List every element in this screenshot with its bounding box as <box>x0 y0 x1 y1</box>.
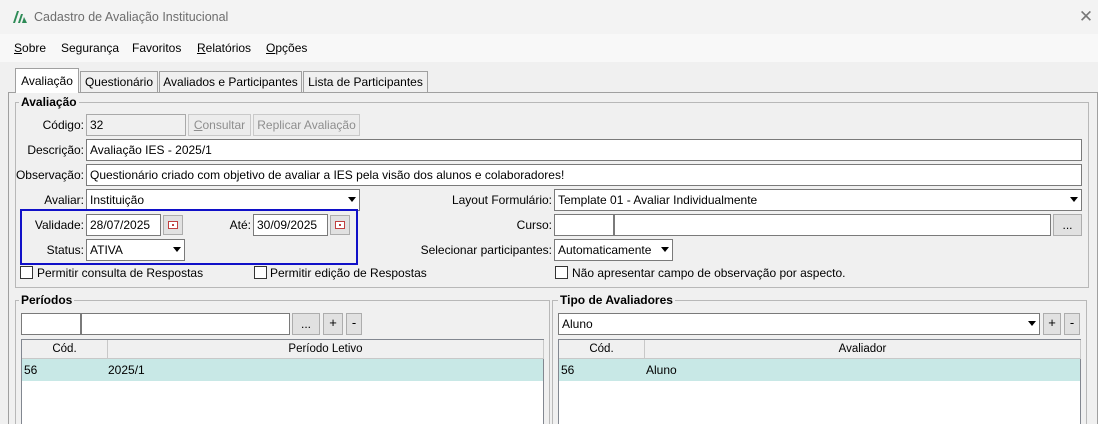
observacao-field[interactable]: Questionário criado com objetivo de aval… <box>86 164 1082 186</box>
menu-seguranca[interactable]: Segurança <box>61 41 119 55</box>
avaliar-select[interactable]: Instituição <box>86 189 360 211</box>
chevron-down-icon <box>348 197 356 202</box>
column-header-avaliador[interactable]: Avaliador <box>645 340 1081 359</box>
cell-cod: 56 <box>561 363 575 377</box>
layout-formulario-select[interactable]: Template 01 - Avaliar Individualmente <box>554 189 1082 211</box>
tipo-avaliador-value: Aluno <box>562 317 593 331</box>
descricao-label: Descrição: <box>27 143 84 157</box>
codigo-label: Código: <box>42 118 84 132</box>
descricao-field[interactable]: Avaliação IES - 2025/1 <box>86 139 1082 161</box>
menu-favoritos[interactable]: Favoritos <box>132 41 181 55</box>
validade-label: Validade: <box>34 218 84 232</box>
table-row[interactable]: 56 Aluno <box>559 359 1080 381</box>
menu-opcoes[interactable]: Opções <box>266 41 307 55</box>
chevron-down-icon <box>1028 321 1036 326</box>
avaliador-add-button[interactable]: + <box>1043 313 1061 335</box>
avaliadores-table: Cód. Avaliador 56 Aluno <box>558 339 1081 424</box>
chevron-down-icon <box>661 247 669 252</box>
selecionar-participantes-select[interactable]: Automaticamente <box>554 239 673 261</box>
selecionar-participantes-label: Selecionar participantes: <box>420 243 552 257</box>
nao-apresentar-observacao-checkbox[interactable] <box>555 266 568 279</box>
periodo-code-field[interactable] <box>21 313 81 335</box>
close-icon[interactable]: ✕ <box>1075 6 1097 28</box>
layout-formulario-value: Template 01 - Avaliar Individualmente <box>558 193 758 207</box>
window-title: Cadastro de Avaliação Institucional <box>34 10 229 24</box>
curso-code-field[interactable] <box>554 214 614 236</box>
cell-cod: 56 <box>24 363 38 377</box>
avaliacao-group-title: Avaliação <box>19 95 79 109</box>
tab-avaliados-participantes[interactable]: Avaliados e Participantes <box>159 71 302 92</box>
avaliar-value: Instituição <box>90 193 145 207</box>
calendar-icon <box>168 221 178 229</box>
app-logo-icon <box>13 11 27 23</box>
curso-name-field[interactable] <box>614 214 1051 236</box>
codigo-field[interactable]: 32 <box>86 114 186 136</box>
periodos-table: Cód. Período Letivo 56 2025/1 <box>21 339 544 424</box>
status-label: Status: <box>46 243 84 257</box>
ate-calendar-button[interactable] <box>330 215 350 235</box>
periodo-name-field[interactable] <box>81 313 290 335</box>
consultar-button[interactable]: Consultar <box>188 114 251 136</box>
table-row[interactable]: 56 2025/1 <box>22 359 543 381</box>
nao-apresentar-observacao-label: Não apresentar campo de observação por a… <box>572 266 846 280</box>
validade-field[interactable]: 28/07/2025 <box>86 214 161 236</box>
permitir-consulta-checkbox[interactable] <box>20 266 33 279</box>
calendar-icon <box>335 221 345 229</box>
observacao-label: Observação: <box>15 168 84 182</box>
status-select[interactable]: ATIVA <box>86 239 185 261</box>
menu-bar: Sobre Segurança Favoritos Relatórios Opç… <box>0 34 1098 62</box>
replicar-avaliacao-button[interactable]: Replicar Avaliação <box>253 114 360 136</box>
column-header-cod[interactable]: Cód. <box>22 340 108 359</box>
tab-questionario[interactable]: Questionário <box>80 71 158 92</box>
periodo-add-button[interactable]: + <box>323 313 343 335</box>
avaliador-remove-button[interactable]: - <box>1064 313 1080 335</box>
curso-lookup-button[interactable]: ... <box>1053 214 1082 236</box>
avaliar-label: Avaliar: <box>44 193 84 207</box>
title-bar: Cadastro de Avaliação Institucional ✕ <box>0 0 1098 34</box>
periodo-lookup-button[interactable]: ... <box>292 313 320 335</box>
tab-avaliacao[interactable]: Avaliação <box>15 68 79 93</box>
chevron-down-icon <box>173 247 181 252</box>
layout-formulario-label: Layout Formulário: <box>451 193 552 207</box>
curso-label: Curso: <box>516 218 552 232</box>
menu-sobre[interactable]: Sobre <box>14 41 46 55</box>
column-header-periodo-letivo[interactable]: Período Letivo <box>108 340 544 359</box>
permitir-edicao-checkbox[interactable] <box>254 266 267 279</box>
column-header-cod[interactable]: Cód. <box>559 340 645 359</box>
status-value: ATIVA <box>90 243 123 257</box>
permitir-edicao-label: Permitir edição de Respostas <box>270 266 427 280</box>
permitir-consulta-label: Permitir consulta de Respostas <box>37 266 204 280</box>
validade-calendar-button[interactable] <box>163 215 183 235</box>
periodo-remove-button[interactable]: - <box>346 313 362 335</box>
selecionar-participantes-value: Automaticamente <box>558 243 652 257</box>
cell-periodo: 2025/1 <box>108 363 145 377</box>
cell-avaliador: Aluno <box>646 363 677 377</box>
tipo-avaliadores-group-title: Tipo de Avaliadores <box>558 293 675 307</box>
ate-label: Até: <box>229 218 251 232</box>
tipo-avaliador-select[interactable]: Aluno <box>558 313 1040 335</box>
menu-relatorios[interactable]: Relatórios <box>197 41 251 55</box>
periodos-group-title: Períodos <box>19 293 75 307</box>
ate-field[interactable]: 30/09/2025 <box>253 214 328 236</box>
chevron-down-icon <box>1070 197 1078 202</box>
tab-lista-participantes[interactable]: Lista de Participantes <box>303 71 428 92</box>
